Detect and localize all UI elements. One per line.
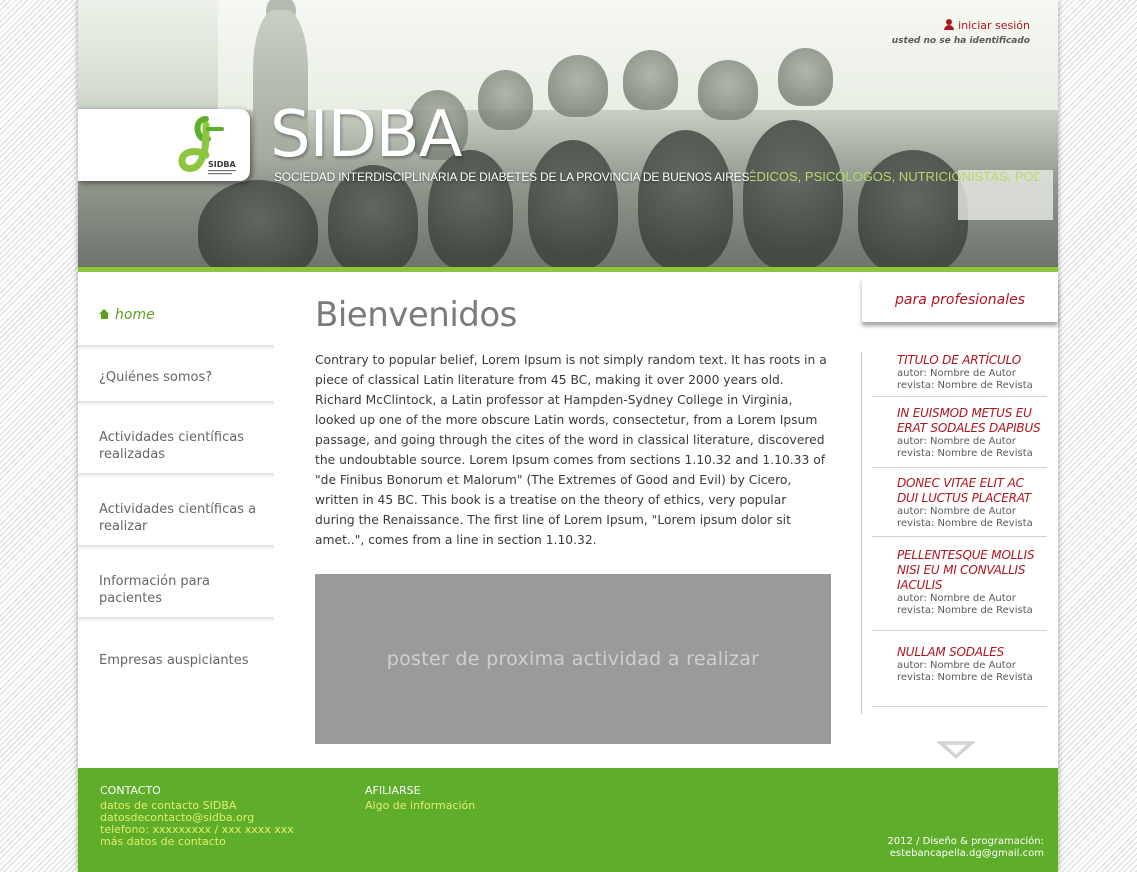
logo[interactable]: SIDBA xyxy=(78,109,250,181)
poster-placeholder[interactable]: poster de proxima actividad a realizar xyxy=(315,574,831,744)
page: iniciar sesión usted no se ha identifica… xyxy=(78,0,1058,872)
site-title: SIDBA xyxy=(270,98,462,172)
article-journal: revista: Nombre de Revista xyxy=(897,448,1033,459)
login-status: usted no se ha identificado xyxy=(891,36,1030,46)
nav-item-label: home xyxy=(115,307,155,323)
audience-head xyxy=(698,60,758,120)
nav-item-label: Actividades científicas realizadas xyxy=(99,430,244,462)
sidba-logo-icon: SIDBA xyxy=(178,116,236,175)
main-content: Bienvenidos Contrary to popular belief, … xyxy=(315,295,835,550)
article-author: autor: Nombre de Autor xyxy=(897,436,1016,447)
nav-item-home[interactable]: home xyxy=(78,277,274,351)
login-label: iniciar sesión xyxy=(958,18,1030,32)
footer-contact-heading: CONTACTO xyxy=(100,784,161,797)
audience-head xyxy=(198,180,318,267)
footer-join-heading: AFILIARSE xyxy=(365,784,421,797)
article-item[interactable]: IN EUISMOD METUS EU ERAT SODALES DAPIBUS… xyxy=(872,397,1047,468)
page-title: Bienvenidos xyxy=(315,295,517,335)
nav-item-label: Actividades científicas a realizar xyxy=(99,502,257,534)
nav-item-informacion-pacientes[interactable]: Información para pacientes xyxy=(78,551,274,623)
article-item[interactable]: TITULO DE ARTÍCULO autor: Nombre de Auto… xyxy=(872,352,1047,397)
article-title: NULLAM SODALES xyxy=(897,645,1005,659)
ticker-text: MÉDICOS, PSICÓLOGOS, NUTRICIONISTAS, POD… xyxy=(750,169,1040,184)
credit-email[interactable]: estebancapella.dg@gmail.com xyxy=(887,848,1044,860)
article-title: DONEC VITAE ELIT AC DUI LUCTUS PLACERAT xyxy=(897,476,1032,505)
audience-head xyxy=(778,48,833,106)
nav-item-quienes-somos[interactable]: ¿Quiénes somos? xyxy=(78,351,274,407)
article-list: TITULO DE ARTÍCULO autor: Nombre de Auto… xyxy=(861,352,1047,714)
professions-ticker: MÉDICOS, PSICÓLOGOS, NUTRICIONISTAS, POD… xyxy=(750,169,1040,189)
article-item[interactable]: PELLENTESQUE MOLLIS NISI EU MI CONVALLIS… xyxy=(872,537,1047,631)
nav-item-actividades-realizadas[interactable]: Actividades científicas realizadas xyxy=(78,407,274,479)
footer-join-link[interactable]: Algo de información xyxy=(365,800,475,812)
article-author: autor: Nombre de Autor xyxy=(897,506,1016,517)
header-banner: iniciar sesión usted no se ha identifica… xyxy=(78,0,1058,272)
site-subtitle: SOCIEDAD INTERDISCIPLINARIA DE DIABETES … xyxy=(274,170,750,184)
footer-join: AFILIARSE Algo de información xyxy=(365,784,475,812)
article-title: TITULO DE ARTÍCULO xyxy=(897,353,1021,367)
main-nav: home ¿Quiénes somos? Actividades científ… xyxy=(78,277,274,683)
article-title: IN EUISMOD METUS EU ERAT SODALES DAPIBUS xyxy=(897,406,1041,435)
footer-contact-more[interactable]: más datos de contacto xyxy=(100,836,294,848)
audience-head xyxy=(623,50,678,110)
credit-line: 2012 / Diseño & programación: xyxy=(887,836,1044,847)
tab-para-profesionales[interactable]: para profesionales xyxy=(862,277,1058,322)
nav-item-label: Empresas auspiciantes xyxy=(99,653,249,668)
nav-item-empresas-auspiciantes[interactable]: Empresas auspiciantes xyxy=(78,623,274,683)
article-author: autor: Nombre de Autor xyxy=(897,660,1016,671)
article-item[interactable]: DONEC VITAE ELIT AC DUI LUCTUS PLACERAT … xyxy=(872,468,1047,537)
login-link[interactable]: iniciar sesión xyxy=(944,19,1030,32)
article-journal: revista: Nombre de Revista xyxy=(897,672,1033,683)
article-author: autor: Nombre de Autor xyxy=(897,368,1016,379)
article-journal: revista: Nombre de Revista xyxy=(897,518,1033,529)
audience-head xyxy=(638,130,733,267)
article-item[interactable]: NULLAM SODALES autor: Nombre de Autor re… xyxy=(872,631,1047,707)
home-icon xyxy=(99,309,110,319)
article-journal: revista: Nombre de Revista xyxy=(897,380,1033,391)
nav-item-actividades-a-realizar[interactable]: Actividades científicas a realizar xyxy=(78,479,274,551)
logo-text: SIDBA xyxy=(208,160,236,169)
welcome-text: Contrary to popular belief, Lorem Ipsum … xyxy=(315,353,827,547)
nav-item-label: ¿Quiénes somos? xyxy=(99,370,213,385)
footer-credit: 2012 / Diseño & programación: estebancap… xyxy=(887,836,1044,860)
footer: CONTACTO datos de contacto SIDBA datosde… xyxy=(78,768,1058,872)
audience-head xyxy=(743,120,843,267)
audience-head xyxy=(478,70,533,130)
nav-item-label: Información para pacientes xyxy=(99,574,210,606)
user-icon xyxy=(944,19,955,31)
article-title: PELLENTESQUE MOLLIS NISI EU MI CONVALLIS… xyxy=(897,548,1035,592)
audience-head xyxy=(528,140,618,267)
audience-head xyxy=(548,55,608,117)
footer-contact: CONTACTO datos de contacto SIDBA datosde… xyxy=(100,784,294,848)
article-journal: revista: Nombre de Revista xyxy=(897,605,1033,616)
article-author: autor: Nombre de Autor xyxy=(897,593,1016,604)
login-area: iniciar sesión usted no se ha identifica… xyxy=(891,16,1030,47)
poster-text: poster de proxima actividad a realizar xyxy=(386,648,760,670)
scroll-down-arrow-icon[interactable] xyxy=(937,741,975,759)
